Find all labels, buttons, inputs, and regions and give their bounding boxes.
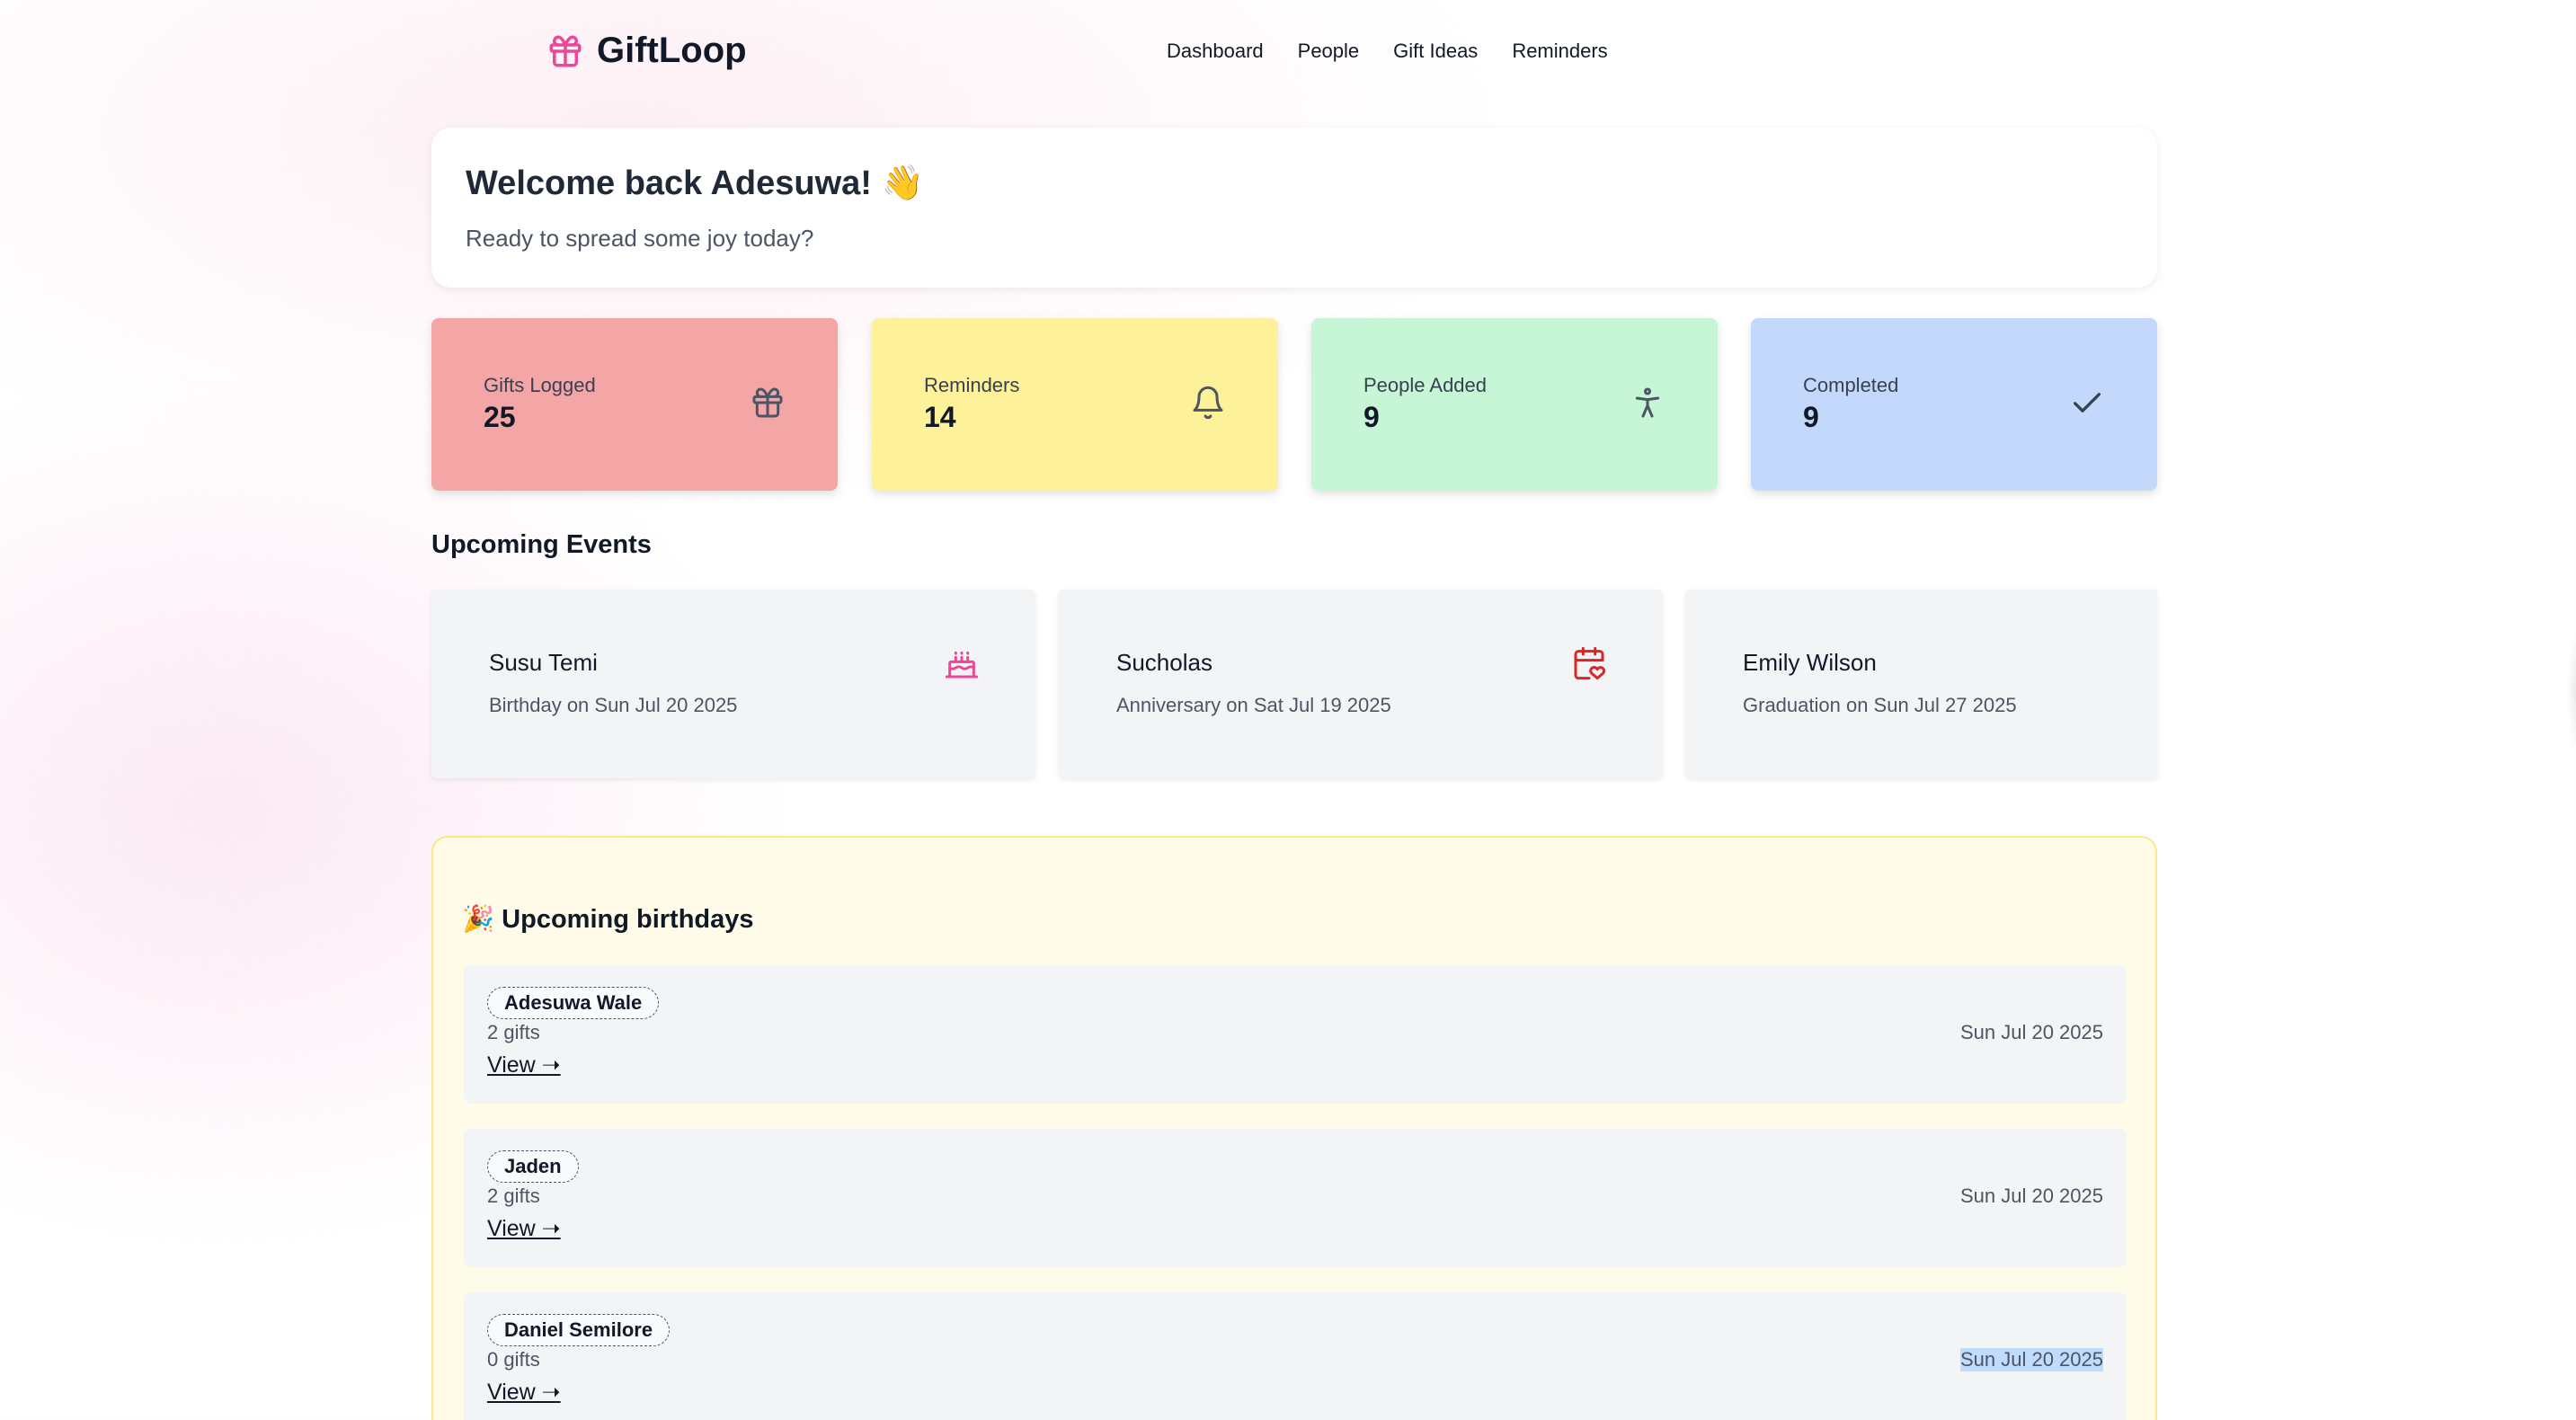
stat-value: 9 [1803,401,1819,433]
stat-card-gifts-logged: Gifts Logged 25 [431,318,838,491]
brand-name: GiftLoop [597,31,747,70]
gift-count: 2 gifts [487,1021,540,1043]
event-card[interactable]: Susu Temi Birthday on Sun Jul 20 2025 [431,590,1035,778]
welcome-subtitle: Ready to spread some joy today? [466,225,814,252]
stat-label: Gifts Logged [484,374,596,396]
upcoming-events-title: Upcoming Events [431,530,652,559]
event-detail: Graduation on Sun Jul 27 2025 [1743,694,2017,716]
event-card[interactable]: Emily Wilson Graduation on Sun Jul 27 20… [1685,590,2157,778]
person-name-badge: Daniel Semilore [487,1314,671,1346]
welcome-card: Welcome back Adesuwa! 👋 Ready to spread … [431,128,2157,288]
event-name: Susu Temi [489,649,598,676]
stat-card-reminders: Reminders 14 [872,318,1278,491]
birthday-row: Adesuwa Wale 2 gifts View ➝ Sun Jul 20 2… [464,965,2127,1104]
nav-people[interactable]: People [1298,40,1360,63]
stat-card-people-added: People Added 9 [1311,318,1718,491]
cake-icon [945,651,979,679]
upcoming-birthdays-title: 🎉 Upcoming birthdays [462,905,754,934]
stat-label: People Added [1364,374,1488,396]
event-card[interactable]: Sucholas Anniversary on Sat Jul 19 2025 [1059,590,1663,778]
birthday-row: Jaden 2 gifts View ➝ Sun Jul 20 2025 [464,1129,2127,1267]
event-detail: Birthday on Sun Jul 20 2025 [489,694,738,716]
brand-logo[interactable]: GiftLoop [546,31,747,71]
gift-icon [549,35,582,67]
event-name: Sucholas [1116,649,1212,676]
birthday-row: Daniel Semilore 0 gifts View ➝ Sun Jul 2… [464,1292,2127,1420]
stat-label: Reminders [924,374,1020,396]
nav-gift-ideas[interactable]: Gift Ideas [1393,40,1478,63]
nav-links: Dashboard People Gift Ideas Reminders [1167,40,1608,63]
gift-count: 2 gifts [487,1185,540,1207]
view-link[interactable]: View ➝ [487,1379,561,1406]
view-link[interactable]: View ➝ [487,1215,561,1242]
calendar-heart-icon [1574,646,1606,680]
event-detail: Anniversary on Sat Jul 19 2025 [1116,694,1391,716]
person-name-badge: Adesuwa Wale [487,987,660,1019]
top-nav: GiftLoop Dashboard People Gift Ideas Rem… [0,0,2576,104]
gift-count: 0 gifts [487,1348,540,1371]
view-link[interactable]: View ➝ [487,1052,561,1078]
birthday-date: Sun Jul 20 2025 [1959,1185,2103,1207]
birthday-date: Sun Jul 20 2025 [1959,1348,2103,1371]
bell-icon [1193,386,1223,420]
nav-dashboard[interactable]: Dashboard [1167,40,1264,63]
welcome-title: Welcome back Adesuwa! 👋 [466,164,924,202]
gift-icon [752,387,783,418]
check-icon [2074,393,2101,413]
upcoming-birthdays-panel: 🎉 Upcoming birthdays Adesuwa Wale 2 gift… [431,836,2157,1420]
stat-value: 25 [484,401,516,433]
person-icon [1635,387,1660,418]
stat-value: 9 [1364,401,1380,433]
birthday-date: Sun Jul 20 2025 [1959,1021,2103,1043]
stat-value: 14 [924,401,956,433]
event-name: Emily Wilson [1743,649,1877,676]
stat-card-completed: Completed 9 [1751,318,2157,491]
person-name-badge: Jaden [487,1150,579,1183]
stat-label: Completed [1803,374,1899,396]
nav-reminders[interactable]: Reminders [1512,40,1607,63]
edge-shadow [2567,629,2576,755]
